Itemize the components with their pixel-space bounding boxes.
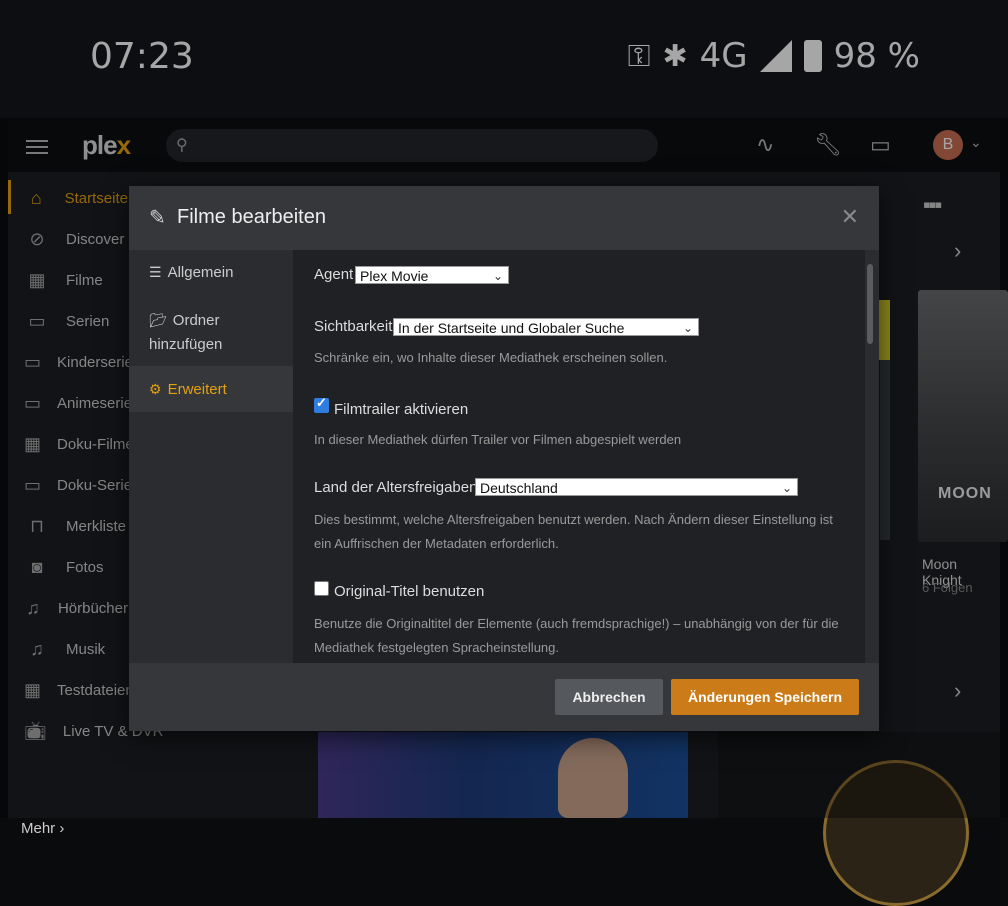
close-icon[interactable]: ✕ [841, 204, 859, 230]
modal-body: Agent Plex Movie ⌄ Sichtbarkeit In der St… [293, 250, 865, 663]
modal-footer: Abbrechen Änderungen Speichern [129, 663, 879, 731]
original-title-label[interactable]: Original-Titel benutzen [334, 583, 484, 600]
visibility-label: Sichtbarkeit [314, 318, 393, 335]
original-title-help: Benutze die Originaltitel der Elemente (… [314, 616, 839, 655]
rating-country-select[interactable]: Deutschland ⌄ [475, 478, 798, 496]
scrollbar[interactable] [867, 264, 873, 344]
pencil-icon: ✎ [149, 207, 166, 229]
list-icon: ☰ [149, 264, 162, 280]
nav-erweitert[interactable]: ⚙ Erweitert [129, 366, 293, 412]
cancel-button[interactable]: Abbrechen [555, 679, 663, 715]
sidebar-more[interactable]: Mehr › [21, 820, 64, 837]
modal-header: ✎ Filme bearbeiten ✕ [129, 186, 879, 250]
visibility-select[interactable]: In der Startseite und Globaler Suche ⌄ [393, 318, 699, 336]
chevron-down-icon: ⌄ [682, 321, 693, 335]
modal-nav: ☰ Allgemein 📂︎ Ordner hinzufügen ⚙ Erweiter… [129, 250, 293, 663]
chevron-down-icon: ⌄ [781, 481, 792, 495]
save-button[interactable]: Änderungen Speichern [671, 679, 859, 715]
folder-icon: 📂︎ [149, 312, 167, 328]
rating-country-label: Land der Altersfreigaben [314, 479, 478, 496]
gear-icon: ⚙ [149, 381, 162, 397]
original-title-checkbox[interactable] [314, 581, 329, 596]
agent-label: Agent [314, 266, 354, 283]
nav-ordner-hinzufuegen[interactable]: 📂︎ Ordner hinzufügen [129, 308, 293, 360]
chevron-down-icon: ⌄ [492, 269, 503, 283]
chevron-right-icon: › [59, 820, 65, 837]
visibility-help: Schränke ein, wo Inhalte dieser Mediathe… [314, 350, 668, 365]
trailers-help: In dieser Mediathek dürfen Trailer vor F… [314, 432, 682, 447]
trailers-label[interactable]: Filmtrailer aktivieren [334, 401, 468, 418]
agent-select[interactable]: Plex Movie ⌄ [355, 266, 509, 284]
rating-country-help: Dies bestimmt, welche Altersfreigaben be… [314, 512, 833, 551]
edit-library-modal: ✎ Filme bearbeiten ✕ ☰ Allgemein 📂︎ Ordner… [129, 186, 879, 731]
trailers-checkbox[interactable] [314, 395, 329, 413]
modal-title: Filme bearbeiten [177, 206, 326, 228]
nav-allgemein[interactable]: ☰ Allgemein [129, 264, 293, 288]
